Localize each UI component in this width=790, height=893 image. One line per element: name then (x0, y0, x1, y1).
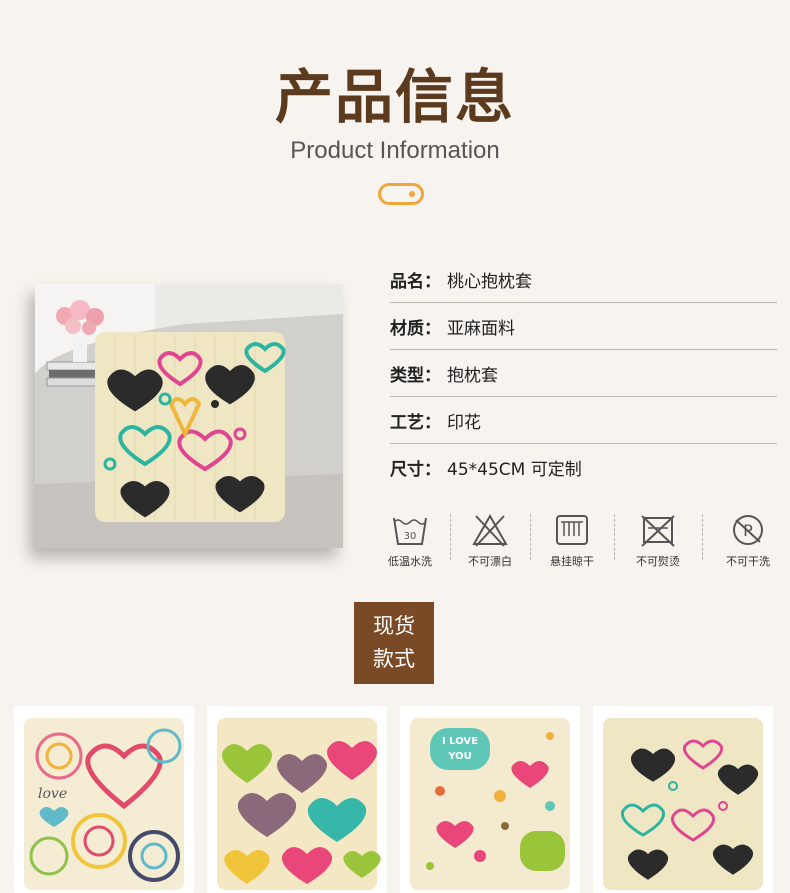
main-product-photo (35, 284, 343, 548)
you-text: YOU (447, 751, 472, 762)
wash-temp: 30 (404, 531, 417, 542)
i-love-text: I LOVE (442, 736, 478, 747)
style-thumbnail-1[interactable]: love (14, 706, 194, 893)
info-value: 桃心抱枕套 (447, 271, 532, 292)
badge-line-2: 款式 (373, 647, 415, 671)
badge-line-1: 现货 (373, 614, 415, 638)
style-thumbnail-4[interactable] (593, 706, 773, 893)
decorative-pill-icon (378, 183, 424, 205)
care-item: P 不可干洗 (718, 512, 778, 569)
info-value: 印花 (447, 412, 481, 433)
style-thumbnail-2[interactable] (207, 706, 387, 893)
hang-dry-icon (556, 515, 588, 545)
care-label: 不可熨烫 (636, 555, 680, 568)
love-text: love (38, 786, 67, 802)
info-key: 类型： (390, 365, 441, 386)
info-key: 尺寸： (390, 460, 441, 480)
care-label: 悬挂晾干 (550, 555, 594, 568)
style-thumbnail-3[interactable]: I LOVE YOU (400, 706, 580, 893)
product-info-list: 品名： 桃心抱枕套 材质： 亚麻面料 类型： 抱枕套 工艺： 印花 尺寸： 45… (390, 256, 777, 491)
info-value: 抱枕套 (447, 365, 498, 386)
no-iron-icon (641, 515, 675, 547)
care-item: 不可熨烫 (628, 512, 688, 569)
stock-styles-badge: 现货 款式 (354, 602, 434, 684)
info-row-craft: 工艺： 印花 (390, 397, 777, 444)
page-title: 产品信息 (274, 63, 515, 131)
divider (614, 514, 615, 560)
care-instructions: 30 低温水洗 不可漂白 悬挂晾干 不可熨烫 不可干洗 (380, 512, 780, 572)
care-item: 悬挂晾干 (542, 512, 602, 569)
info-row-material: 材质： 亚麻面料 (390, 303, 777, 350)
info-key: 品名： (390, 271, 441, 292)
no-bleach-icon (472, 513, 508, 547)
info-key: 材质： (390, 318, 441, 339)
info-value: 亚麻面料 (447, 318, 515, 339)
wash-30-icon: 30 (393, 517, 427, 545)
care-label: 低温水洗 (388, 555, 432, 568)
info-row-type: 类型： 抱枕套 (390, 350, 777, 397)
care-item: 30 低温水洗 (380, 512, 440, 569)
care-label: 不可干洗 (726, 555, 770, 568)
info-value: 45*45CM 可定制 (447, 460, 582, 480)
info-row-name: 品名： 桃心抱枕套 (390, 256, 777, 303)
divider (450, 514, 451, 560)
info-key: 工艺： (390, 412, 441, 433)
divider (530, 514, 531, 560)
page-subtitle: Product Information (290, 137, 500, 164)
care-label: 不可漂白 (468, 555, 512, 568)
divider (702, 514, 703, 560)
care-item: 不可漂白 (460, 512, 520, 569)
info-row-size: 尺寸： 45*45CM 可定制 (390, 444, 777, 491)
no-dry-clean-icon: P (733, 515, 763, 545)
